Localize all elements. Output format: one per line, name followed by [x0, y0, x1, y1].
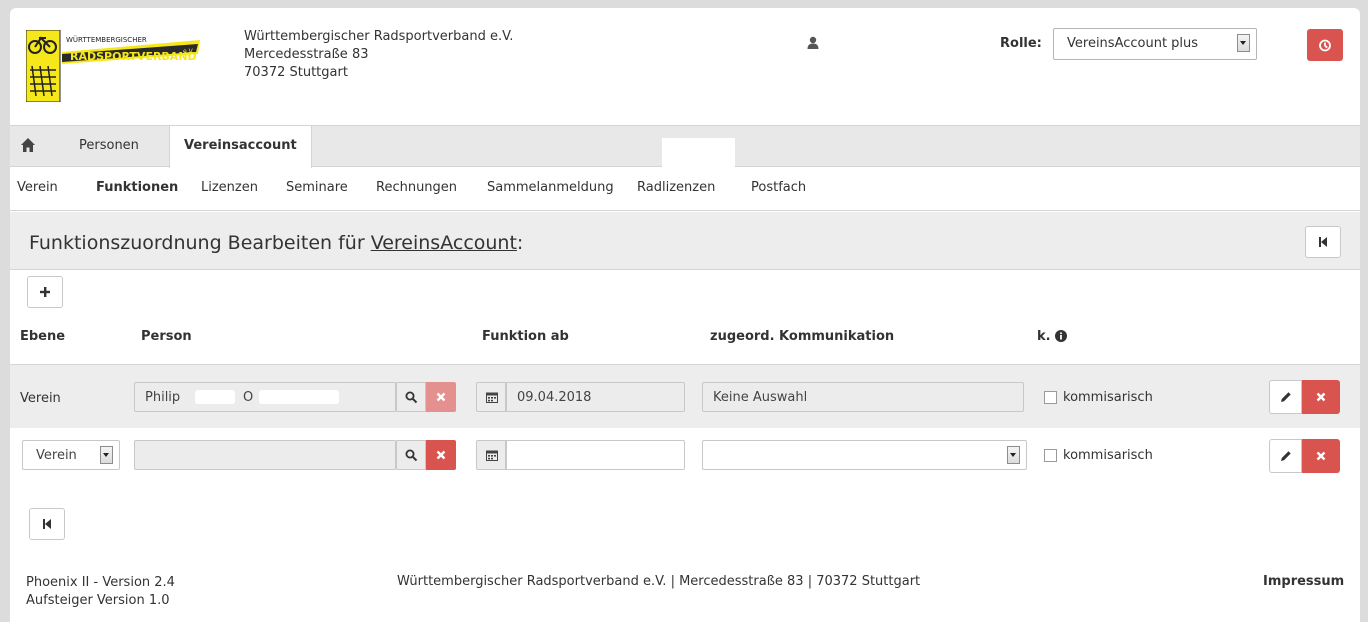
calendar-icon: [486, 450, 498, 461]
table-row: Verein Philip O 09.04.2018 Keine Auswahl…: [10, 364, 1360, 428]
subnav-rechnungen[interactable]: Rechnungen: [376, 180, 457, 195]
page-title-prefix: Funktionszuordnung Bearbeiten für: [29, 232, 371, 254]
row2-kommisarisch-label: kommisarisch: [1063, 448, 1153, 463]
row1-kommisarisch-label: kommisarisch: [1063, 390, 1153, 405]
address-line-3: 70372 Stuttgart: [244, 65, 348, 80]
back-button-bottom[interactable]: [29, 508, 65, 540]
footer-version: Phoenix II - Version 2.4 Aufsteiger Vers…: [26, 574, 175, 610]
row1-edit-button[interactable]: [1269, 380, 1302, 414]
x-icon: [436, 450, 446, 460]
row2-person-field[interactable]: [134, 440, 396, 470]
row1-search-button[interactable]: [396, 382, 426, 412]
subnav-radlizenzen[interactable]: Radlizenzen: [637, 180, 715, 195]
role-select-value: VereinsAccount plus: [1067, 36, 1199, 51]
row1-calendar-button[interactable]: [476, 382, 506, 412]
row2-ebene-value: Verein: [36, 448, 77, 463]
row2-kommunikation-select[interactable]: [702, 440, 1027, 470]
row2-search-button[interactable]: [396, 440, 426, 470]
chevron-down-icon: [1007, 446, 1020, 464]
chevron-down-icon: [1237, 34, 1250, 52]
plus-icon: [40, 287, 50, 297]
page-title: Funktionszuordnung Bearbeiten für Verein…: [29, 232, 523, 254]
logo-suffix: e.V.: [183, 48, 194, 55]
row1-person-first: Philip: [145, 390, 181, 405]
row1-kommisarisch-checkbox[interactable]: [1044, 391, 1057, 404]
column-kommunikation: zugeord. Kommunikation: [710, 329, 895, 344]
row1-funktion-ab-field[interactable]: 09.04.2018: [506, 382, 685, 412]
row2-funktion-ab-input[interactable]: [506, 440, 685, 470]
row1-ebene: Verein: [20, 391, 61, 406]
row2-clear-button[interactable]: [426, 440, 456, 470]
column-person: Person: [141, 329, 192, 344]
search-icon: [405, 449, 418, 462]
add-button[interactable]: [27, 276, 63, 308]
main-nav: Personen Vereinsaccount: [10, 125, 1360, 168]
blank-tab: [662, 138, 735, 168]
logo[interactable]: WÜRTTEMBERGISCHER RADSPORTVERBAND e.V.: [25, 29, 202, 103]
user-icon[interactable]: [806, 36, 822, 52]
footer-version-line-1: Phoenix II - Version 2.4: [26, 575, 175, 590]
tab-vereinsaccount[interactable]: Vereinsaccount: [169, 126, 312, 168]
home-tab[interactable]: [18, 134, 56, 158]
column-k-label: k.: [1037, 329, 1051, 344]
chevron-down-icon: [100, 446, 113, 464]
row1-person-initial: O: [243, 390, 254, 405]
row2-calendar-button[interactable]: [476, 440, 506, 470]
subnav-postfach[interactable]: Postfach: [751, 180, 806, 195]
power-icon: [1319, 39, 1331, 52]
logo-line1: WÜRTTEMBERGISCHER: [66, 36, 147, 44]
pencil-icon: [1281, 392, 1291, 402]
subnav-funktionen[interactable]: Funktionen: [96, 180, 178, 195]
page-title-suffix: :: [516, 232, 524, 254]
row1-person-field[interactable]: Philip O: [134, 382, 396, 412]
footer-address: Württembergischer Radsportverband e.V. |…: [397, 574, 921, 589]
address-line-2: Mercedesstraße 83: [244, 47, 369, 62]
logo-line2: RADSPORTVERBAND: [70, 50, 197, 63]
row2-kommisarisch-checkbox[interactable]: [1044, 449, 1057, 462]
subnav-verein[interactable]: Verein: [17, 180, 58, 195]
row2-edit-button[interactable]: [1269, 439, 1302, 473]
row1-kommunikation-field[interactable]: Keine Auswahl: [702, 382, 1024, 412]
page: WÜRTTEMBERGISCHER RADSPORTVERBAND e.V. W…: [10, 8, 1360, 622]
column-kommisarisch: k.: [1037, 329, 1068, 344]
info-icon[interactable]: [1055, 330, 1068, 342]
subnav-sammelanmeldung[interactable]: Sammelanmeldung: [487, 180, 614, 195]
column-funktion-ab: Funktion ab: [482, 329, 569, 344]
pencil-icon: [1281, 451, 1291, 461]
column-ebene: Ebene: [20, 329, 66, 344]
row1-funktion-ab-value: 09.04.2018: [517, 390, 592, 405]
calendar-icon: [486, 392, 498, 403]
table-row: Verein kommisarisch: [10, 428, 1360, 492]
row1-kommunikation-value: Keine Auswahl: [713, 390, 808, 405]
redaction: [259, 390, 339, 404]
tab-personen[interactable]: Personen: [65, 126, 153, 167]
subnav-lizenzen[interactable]: Lizenzen: [201, 180, 258, 195]
address-line-1: Württembergischer Radsportverband e.V.: [244, 29, 514, 44]
title-bar: Funktionszuordnung Bearbeiten für Verein…: [10, 212, 1360, 270]
x-icon: [1316, 392, 1326, 402]
logout-button[interactable]: [1307, 29, 1343, 61]
role-select[interactable]: VereinsAccount plus: [1053, 28, 1257, 60]
x-icon: [436, 392, 446, 402]
x-icon: [1316, 451, 1326, 461]
footer-version-line-2: Aufsteiger Version 1.0: [26, 593, 170, 608]
search-icon: [405, 391, 418, 404]
skip-back-icon: [1319, 237, 1327, 247]
subnav-seminare[interactable]: Seminare: [286, 180, 348, 195]
role-label: Rolle:: [1000, 36, 1042, 51]
sub-nav: Verein Funktionen Lizenzen Seminare Rech…: [10, 167, 1360, 211]
skip-back-icon: [43, 519, 51, 529]
row1-clear-button[interactable]: [426, 382, 456, 412]
back-button-top[interactable]: [1305, 226, 1341, 258]
row2-ebene-select[interactable]: Verein: [22, 440, 120, 470]
impressum-link[interactable]: Impressum: [1263, 574, 1344, 589]
redaction: [195, 390, 235, 404]
row1-delete-button[interactable]: [1302, 380, 1340, 414]
home-icon: [21, 138, 35, 152]
row2-delete-button[interactable]: [1302, 439, 1340, 473]
page-title-link[interactable]: VereinsAccount: [371, 232, 517, 254]
header-address: Württembergischer Radsportverband e.V. M…: [244, 28, 513, 82]
